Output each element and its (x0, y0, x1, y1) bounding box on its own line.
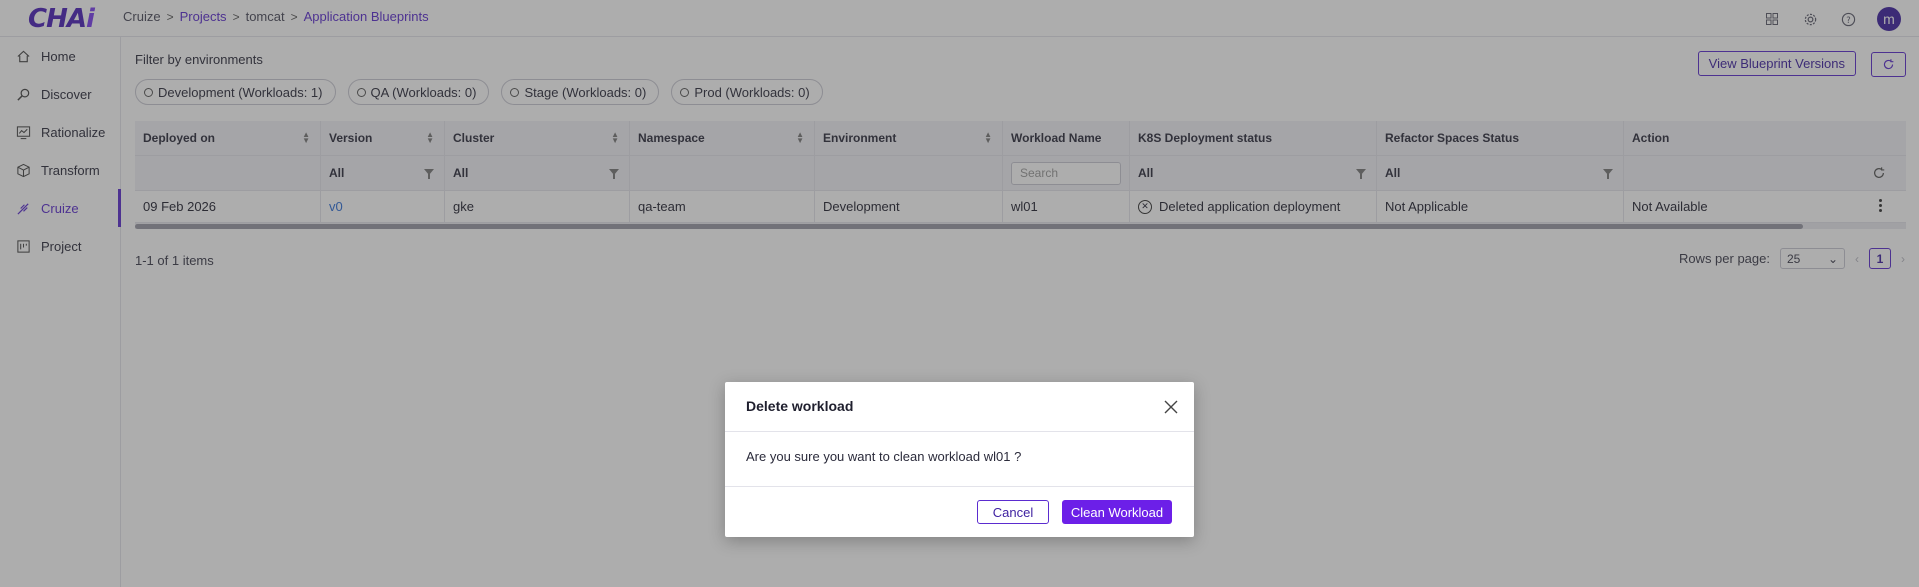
clean-workload-button[interactable]: Clean Workload (1062, 500, 1172, 524)
dialog-title: Delete workload (746, 398, 854, 414)
cancel-button[interactable]: Cancel (977, 500, 1049, 524)
close-icon[interactable] (1164, 400, 1180, 416)
dialog-header: Delete workload (725, 382, 1194, 432)
dialog-message: Are you sure you want to clean workload … (725, 432, 1194, 487)
delete-workload-dialog: Delete workload Are you sure you want to… (725, 382, 1194, 537)
dialog-footer: Cancel Clean Workload (725, 487, 1194, 537)
